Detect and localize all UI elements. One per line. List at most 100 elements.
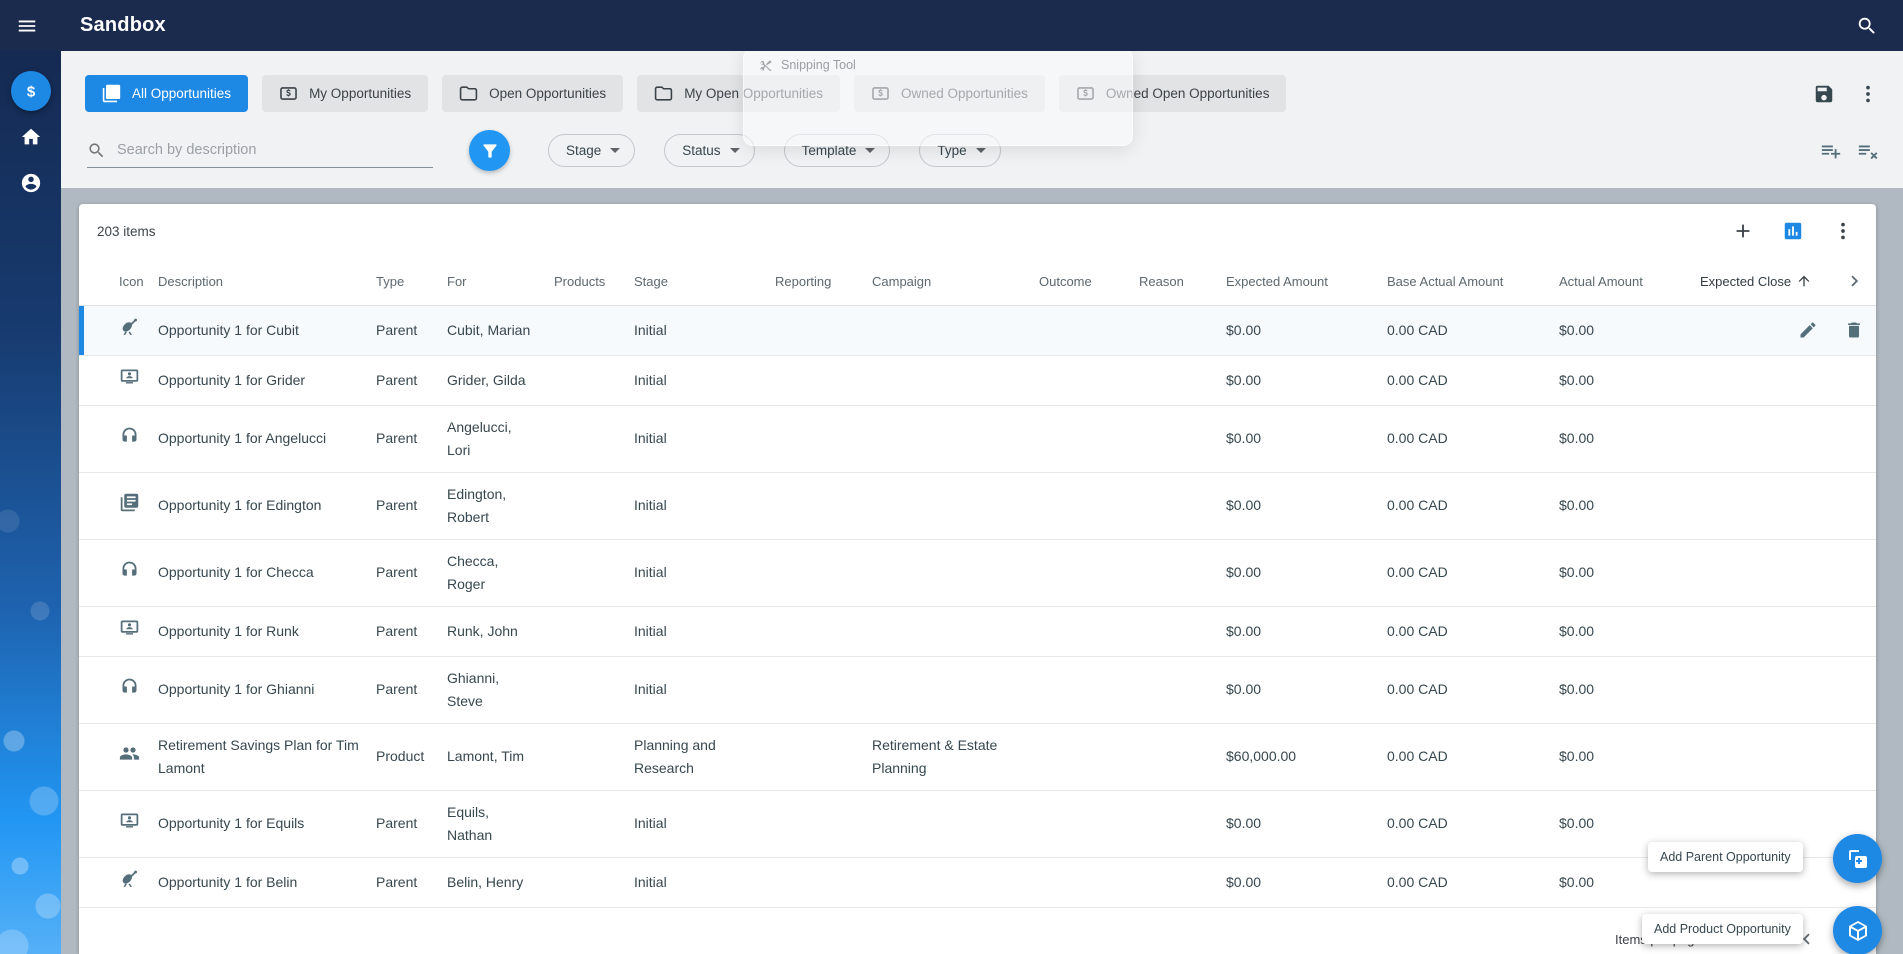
view-tab-my-open-opportunities[interactable]: My Open Opportunities <box>637 75 841 112</box>
column-header-for[interactable]: For <box>447 258 554 306</box>
monitor-person-icon <box>119 617 140 638</box>
table-row[interactable]: Retirement Savings Plan for Tim Lamont P… <box>79 723 1876 791</box>
playlist-add-icon <box>1820 140 1842 162</box>
cell-description: Opportunity 1 for Checca <box>158 539 376 607</box>
cell-type: Parent <box>376 405 447 473</box>
pencil-icon <box>1798 320 1818 340</box>
cell-description: Opportunity 1 for Ghianni <box>158 656 376 724</box>
card-menu-button[interactable] <box>1832 220 1854 242</box>
cell-reporting <box>775 405 872 473</box>
cell-type: Parent <box>376 305 447 356</box>
cell-expected-close <box>1700 656 1876 724</box>
caret-down-icon <box>729 148 740 153</box>
list-add-button[interactable] <box>1820 140 1842 162</box>
column-header-type[interactable]: Type <box>376 258 447 306</box>
sidebar-item-account[interactable] <box>11 163 51 203</box>
cell-base-actual-amount: 0.00 CAD <box>1387 606 1559 657</box>
cell-description: Opportunity 1 for Cubit <box>158 305 376 356</box>
column-header-icon[interactable]: Icon <box>79 258 158 306</box>
table-header-row: Icon Description Type For Products Stage… <box>79 258 1876 306</box>
view-tab-my-opportunities[interactable]: My Opportunities <box>262 75 429 112</box>
tooltip-add-product-opportunity: Add Product Opportunity <box>1642 914 1803 944</box>
view-toolbar: All Opportunities My Opportunities Open … <box>85 75 1879 112</box>
column-header-products[interactable]: Products <box>554 258 634 306</box>
view-tab-owned-opportunities[interactable]: Owned Opportunities <box>854 75 1045 112</box>
cell-expected-amount: $60,000.00 <box>1226 723 1387 791</box>
cell-reason <box>1139 472 1226 540</box>
table-row[interactable]: Opportunity 1 for Angelucci Parent Angel… <box>79 405 1876 473</box>
delete-row-button[interactable] <box>1844 320 1864 340</box>
cell-products <box>554 305 634 356</box>
column-header-reason[interactable]: Reason <box>1139 258 1226 306</box>
filter-dropdown-stage[interactable]: Stage <box>548 134 636 167</box>
save-button[interactable] <box>1813 83 1835 105</box>
sort-ascending-icon <box>1796 273 1812 289</box>
cell-description: Retirement Savings Plan for Tim Lamont <box>158 723 376 791</box>
cell-reason <box>1139 656 1226 724</box>
scroll-right-button[interactable] <box>1844 270 1866 292</box>
column-header-expected-amount[interactable]: Expected Amount <box>1226 258 1387 306</box>
column-header-description[interactable]: Description <box>158 258 376 306</box>
table-row[interactable]: Opportunity 1 for Grider Parent Grider, … <box>79 355 1876 406</box>
trash-icon <box>1844 320 1864 340</box>
card-header-actions <box>1732 220 1854 242</box>
list-remove-button[interactable] <box>1857 140 1879 162</box>
cell-stage: Initial <box>634 790 775 858</box>
headset-icon <box>119 676 140 697</box>
column-header-expected-close[interactable]: Expected Close <box>1700 258 1876 306</box>
cell-outcome <box>1039 355 1139 406</box>
cell-campaign <box>872 472 1039 540</box>
column-header-reporting[interactable]: Reporting <box>775 258 872 306</box>
column-header-stage[interactable]: Stage <box>634 258 775 306</box>
cell-actual-amount: $0.00 <box>1559 606 1700 657</box>
cell-products <box>554 472 634 540</box>
view-tab-owned-open-opportunities[interactable]: Owned Open Opportunities <box>1058 75 1287 112</box>
cell-reporting <box>775 857 872 908</box>
card-icon <box>279 84 298 103</box>
sidebar-item-home[interactable] <box>11 117 51 157</box>
table-row[interactable]: Opportunity 1 for Checca Parent Checca, … <box>79 539 1876 607</box>
column-header-campaign[interactable]: Campaign <box>872 258 1039 306</box>
sidebar-item-opportunities[interactable]: $ <box>10 71 51 111</box>
edit-row-button[interactable] <box>1798 320 1818 340</box>
table-row[interactable]: Opportunity 1 for Belin Parent Belin, He… <box>79 857 1876 908</box>
cell-reason <box>1139 355 1226 406</box>
cell-stage: Planning and Research <box>634 723 775 791</box>
cell-reporting <box>775 790 872 858</box>
filter-dropdown-type[interactable]: Type <box>919 134 1001 167</box>
cell-campaign <box>872 656 1039 724</box>
view-tab-all-opportunities[interactable]: All Opportunities <box>85 75 249 112</box>
cell-actual-amount: $0.00 <box>1559 355 1700 406</box>
filter-button[interactable] <box>469 130 510 171</box>
table-row[interactable]: Opportunity 1 for Cubit Parent Cubit, Ma… <box>79 305 1876 356</box>
table-row[interactable]: Opportunity 1 for Ghianni Parent Ghianni… <box>79 656 1876 724</box>
filter-dropdown-template[interactable]: Template <box>783 134 891 167</box>
home-icon <box>20 126 42 148</box>
hamburger-menu-button[interactable] <box>0 0 54 51</box>
view-tab-open-opportunities[interactable]: Open Opportunities <box>442 75 624 112</box>
table-row[interactable]: Opportunity 1 for Equils Parent Equils, … <box>79 790 1876 858</box>
toolbar-menu-button[interactable] <box>1857 83 1879 105</box>
search-field <box>87 134 433 168</box>
filter-dropdown-status[interactable]: Status <box>664 134 755 167</box>
cell-base-actual-amount: 0.00 CAD <box>1387 539 1559 607</box>
table-row[interactable]: Opportunity 1 for Runk Parent Runk, John… <box>79 606 1876 657</box>
cell-type: Parent <box>376 606 447 657</box>
cell-base-actual-amount: 0.00 CAD <box>1387 305 1559 356</box>
group-icon <box>119 743 140 764</box>
cell-actual-amount: $0.00 <box>1559 656 1700 724</box>
cell-outcome <box>1039 857 1139 908</box>
chart-toggle-button[interactable] <box>1782 220 1804 242</box>
column-header-actual-amount[interactable]: Actual Amount <box>1559 258 1700 306</box>
cell-expected-amount: $0.00 <box>1226 305 1387 356</box>
column-header-base-actual-amount[interactable]: Base Actual Amount <box>1387 258 1559 306</box>
add-product-opportunity-fab[interactable] <box>1833 906 1882 954</box>
add-parent-opportunity-fab[interactable] <box>1833 834 1882 883</box>
card-header: 203 items <box>79 204 1876 258</box>
column-header-outcome[interactable]: Outcome <box>1039 258 1139 306</box>
cell-type: Product <box>376 723 447 791</box>
table-row[interactable]: Opportunity 1 for Edington Parent Edingt… <box>79 472 1876 540</box>
add-button[interactable] <box>1732 220 1754 242</box>
global-search-button[interactable] <box>1847 6 1887 46</box>
search-input[interactable] <box>117 142 433 158</box>
